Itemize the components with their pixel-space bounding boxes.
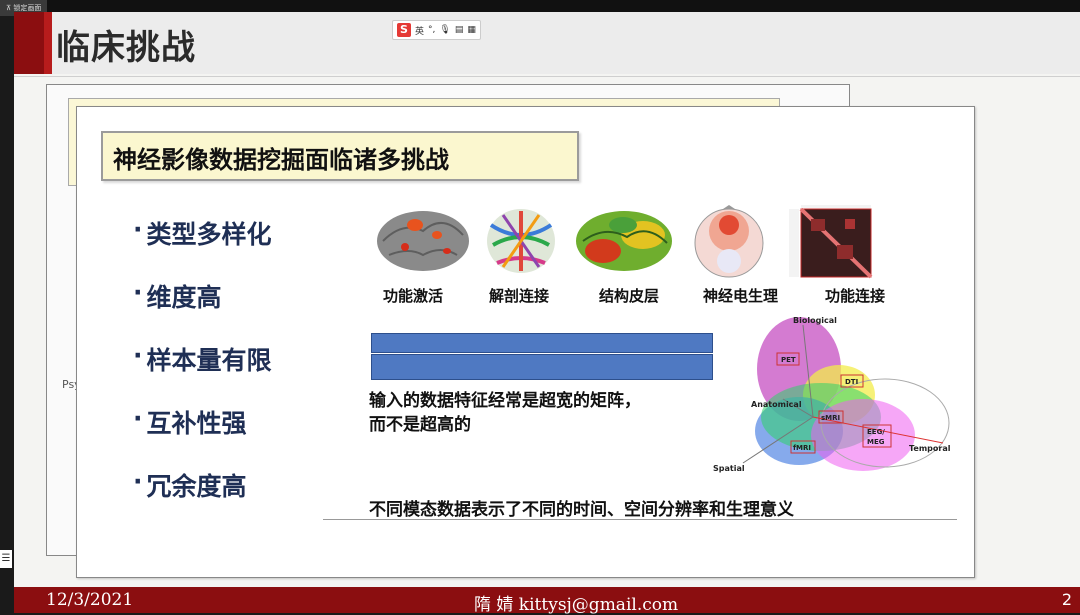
side-menu-icon[interactable]: ☰ [0, 550, 12, 568]
footer-author: 隋 婧 kittysj@gmail.com [474, 595, 679, 615]
modality-caption: 不同模态数据表示了不同的时间、空间分辨率和生理意义 [369, 500, 794, 520]
subtitle: 神经影像数据挖掘面临诸多挑战 [113, 146, 449, 174]
bullet-item: · 冗余度高 [133, 467, 247, 501]
top-toolbar [0, 0, 1080, 12]
venn-label: sMRI [821, 414, 840, 422]
brain-activation-icon [377, 211, 469, 271]
subtitle-box: 神经影像数据挖掘面临诸多挑战 [101, 131, 579, 181]
ime-toolbar[interactable]: S 英 °, 🎙 ▤ ▦ [392, 20, 481, 40]
bullet-item: · 互补性强 [133, 404, 247, 438]
main-slide-card: 神经影像数据挖掘面临诸多挑战 · 类型多样化 · 维度高 · 样本量有限 · 互补性强 … [76, 106, 975, 578]
bullet-item: · 样本量有限 [133, 341, 272, 375]
title-accent-secondary [44, 12, 52, 74]
wide-matrix-bar [371, 333, 713, 353]
tractography-icon [487, 209, 555, 273]
eeg-topomap-icon [694, 205, 764, 278]
title-bar: 临床挑战 [14, 12, 1080, 74]
grid-icon[interactable]: ▦ [467, 25, 476, 35]
venn-label: fMRI [793, 444, 811, 452]
connectivity-matrix-icon [789, 205, 873, 279]
page-title: 临床挑战 [56, 28, 196, 68]
bullet-list: · 类型多样化 · 维度高 · 样本量有限 · 互补性强 · 冗余度高 [133, 215, 272, 530]
modality-venn-diagram: Biological Anatomical Spatial Temporal P… [713, 316, 951, 473]
venn-label: MEG [867, 438, 885, 446]
footer-date: 12/3/2021 [46, 590, 134, 610]
slide-footer: 12/3/2021 隋 婧 kittysj@gmail.com 2 [14, 587, 1080, 615]
title-accent [14, 12, 44, 74]
caption-divider [323, 519, 957, 520]
bullet-item: · 维度高 [133, 278, 222, 312]
cortex-icon [576, 211, 672, 271]
image-label: 解剖连接 [489, 287, 550, 305]
image-label: 功能连接 [825, 287, 886, 305]
image-label: 结构皮层 [599, 287, 660, 305]
sogou-icon[interactable]: S [397, 23, 411, 37]
page-number: 2 [1061, 590, 1072, 609]
microphone-icon[interactable]: 🎙 [439, 25, 450, 35]
image-label: 功能激活 [383, 287, 444, 305]
wide-matrix-bar [371, 354, 713, 380]
venn-label: Biological [793, 316, 837, 325]
ime-language[interactable]: 英 [415, 24, 424, 37]
venn-label: DTI [845, 378, 858, 386]
venn-label: EEG/ [867, 428, 885, 436]
matrix-note: 输入的数据特征经常是超宽的矩阵， 而不是超高的 [369, 391, 641, 435]
modality-image-row: 功能激活 解剖连接 结构皮层 神经电生理 功能连接 [375, 205, 935, 305]
venn-label: Spatial [713, 464, 745, 473]
slide: 临床挑战 S 英 °, 🎙 ▤ ▦ Psy 神经影像数据挖掘面临诸多挑战 · 类型… [14, 12, 1080, 592]
venn-label: PET [781, 356, 796, 364]
bullet-item: · 类型多样化 [133, 215, 272, 249]
venn-label: Anatomical [751, 400, 802, 409]
title-divider [14, 76, 1080, 77]
venn-label: Temporal [909, 444, 951, 453]
keyboard-icon[interactable]: ▤ [455, 25, 464, 35]
punctuation-icon[interactable]: °, [428, 25, 435, 35]
image-label: 神经电生理 [703, 287, 779, 305]
